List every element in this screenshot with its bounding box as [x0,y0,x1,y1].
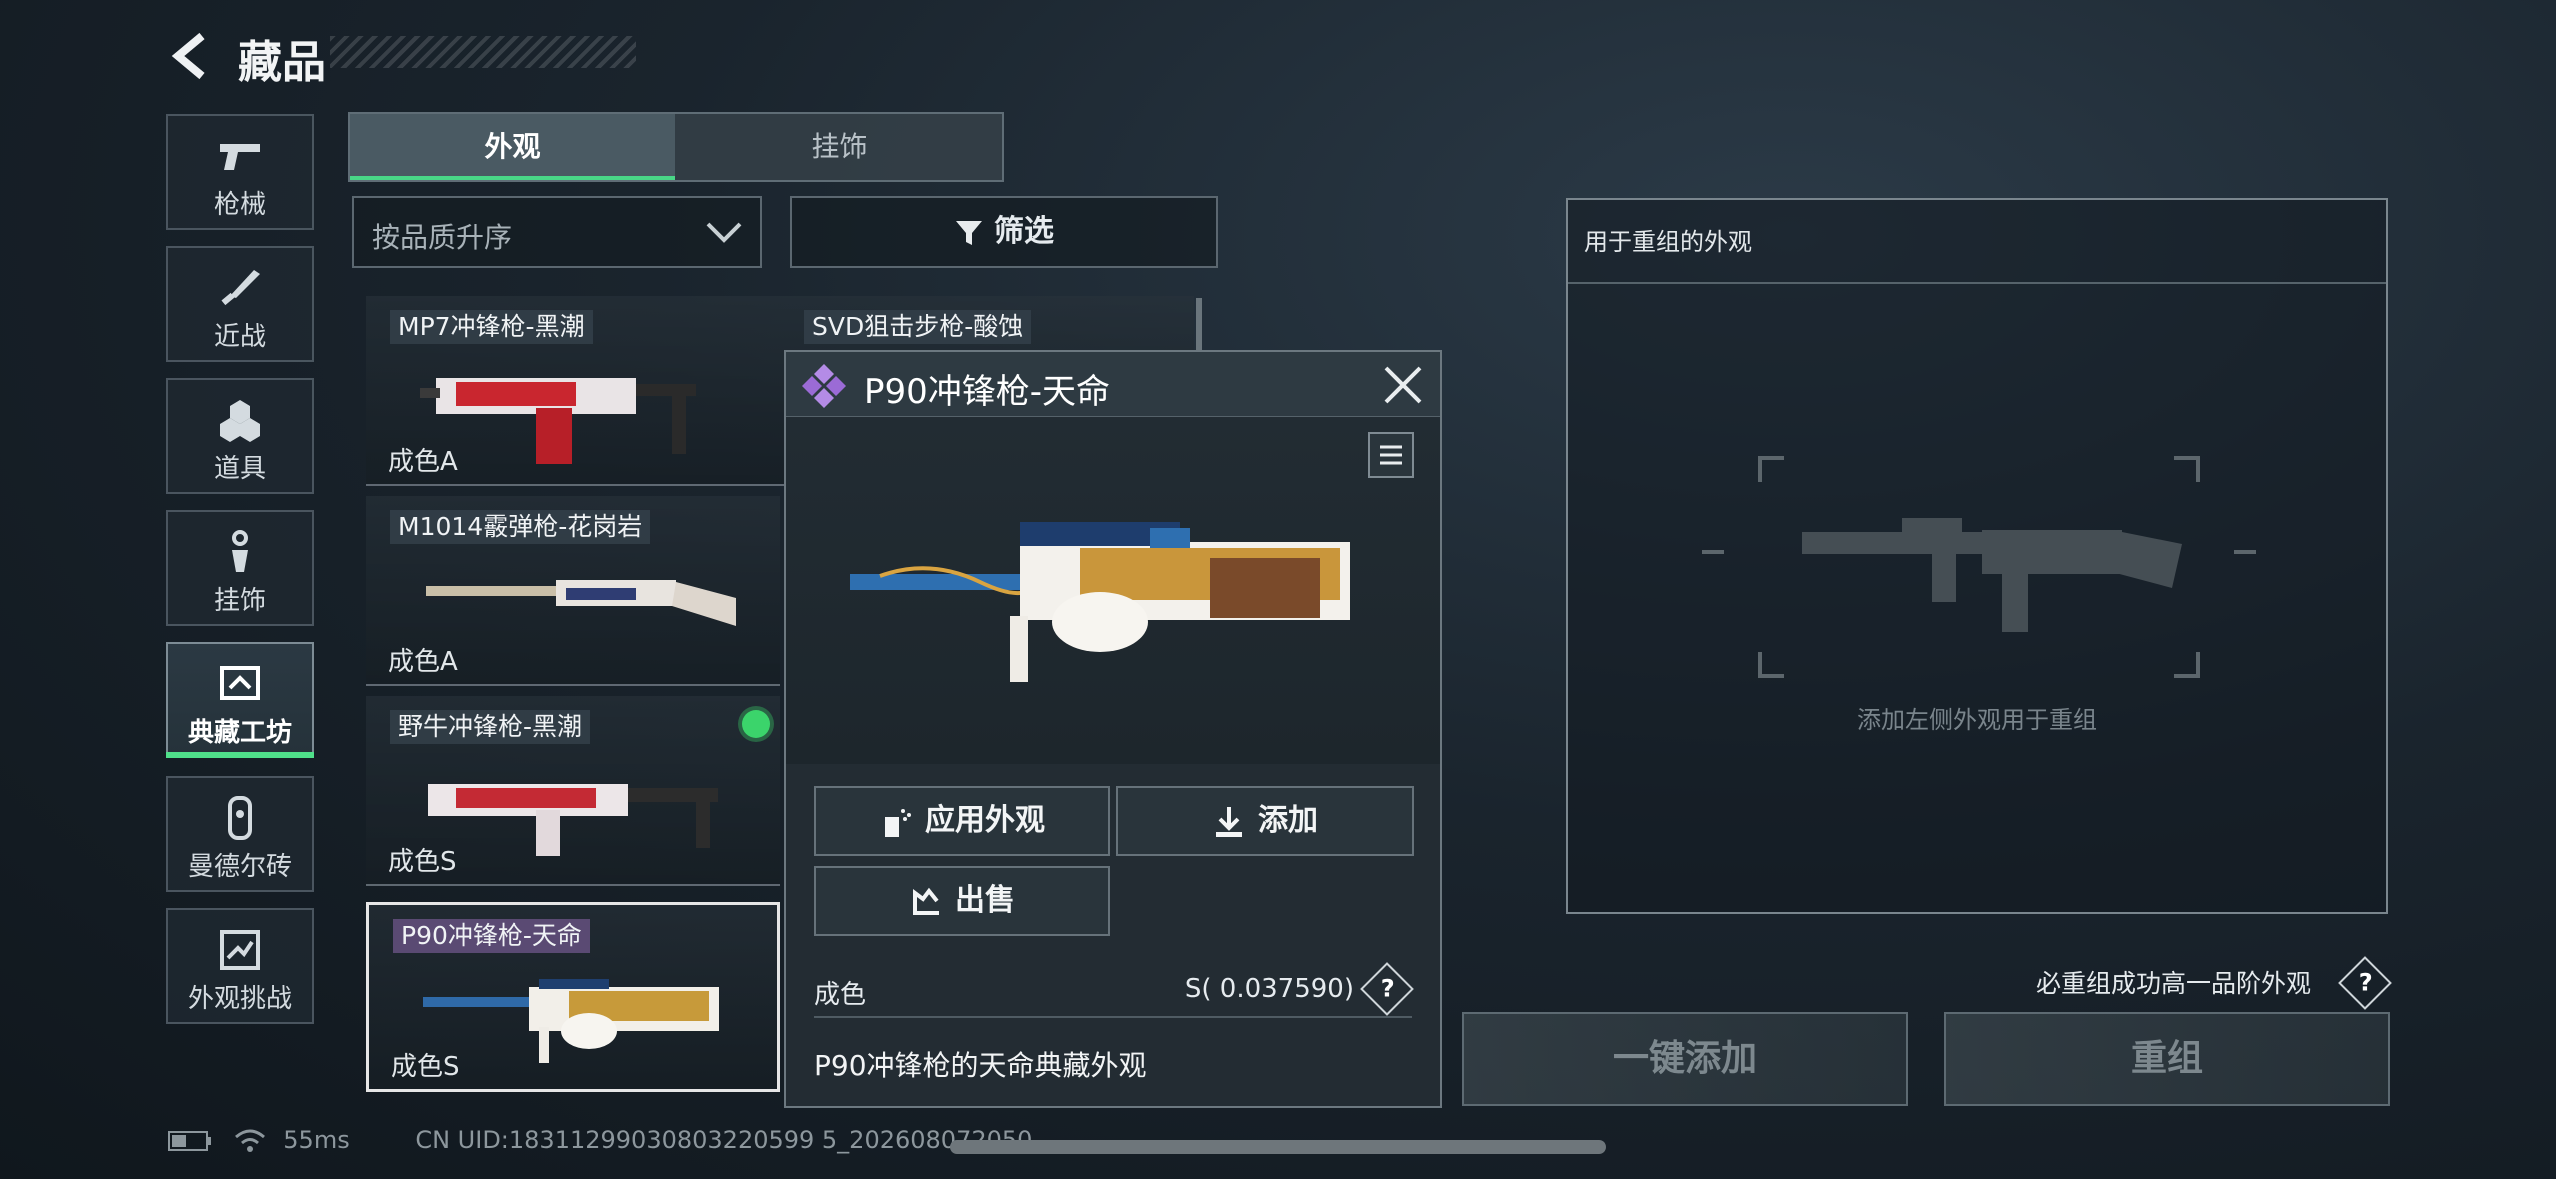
list-icon[interactable] [1368,432,1414,478]
title-decoration [330,36,636,68]
skin-gun-image [423,979,719,1063]
popup-gun-preview [786,418,1440,764]
add-all-button[interactable]: 一键添加 [1462,1012,1908,1106]
page-title: 藏品 [238,37,326,88]
challenge-icon [220,930,260,970]
equipped-indicator [742,710,770,738]
keychain-icon [232,530,248,572]
apply-skin-label: 应用外观 [925,803,1045,838]
sidebar-item-items[interactable]: 道具 [166,378,314,494]
sell-icon [913,887,939,915]
sidebar-item-guns[interactable]: 枪械 [166,114,314,230]
workshop-icon [220,666,260,700]
pistol-icon [220,144,260,170]
wifi-icon [234,1129,265,1152]
sidebar-item-label: 道具 [213,454,266,484]
remix-title: 用于重组的外观 [1584,228,1752,256]
tab-charms[interactable]: 挂饰 [677,114,1002,180]
chevron-down-icon [706,222,742,243]
filter-button[interactable]: 筛选 [790,196,1218,268]
skin-card[interactable]: MP7冲锋枪-黑潮 成色A [366,296,780,486]
skin-name: MP7冲锋枪-黑潮 [390,310,593,344]
list-scrollbar[interactable] [1196,298,1202,358]
download-icon [1216,806,1242,837]
rarity-diamond-icon [802,364,846,408]
home-indicator[interactable] [950,1140,1606,1154]
skin-name: M1014霰弹枪-花岗岩 [390,510,651,544]
remix-panel: 用于重组的外观 添加左侧外观用于重组 [1566,198,2388,914]
ping-value: 55ms [283,1126,350,1154]
sidebar-item-label: 典藏工坊 [187,718,292,748]
skin-gun-image [428,784,718,856]
sidebar-item-label: 外观挑战 [187,984,292,1014]
close-icon[interactable] [1382,364,1424,406]
sort-label: 按品质升序 [372,221,513,254]
status-bar: 55ms CN UID:18311299030803220599 5_20260… [168,1126,1032,1154]
skin-grade: 成色S [388,847,457,877]
skin-name: P90冲锋枪-天命 [393,919,590,953]
grade-label: 成色 [814,980,867,1010]
sidebar-item-charms[interactable]: 挂饰 [166,510,314,626]
skin-card[interactable]: 野牛冲锋枪-黑潮 成色S [366,696,780,886]
skin-name: 野牛冲锋枪-黑潮 [390,710,591,744]
sell-label: 出售 [955,883,1015,918]
skin-name: SVD狙击步枪-酸蚀 [804,310,1032,344]
tab-appearance[interactable]: 外观 [350,114,675,180]
sidebar-item-label: 近战 [213,322,266,352]
grenade-icon [220,400,260,442]
filter-label: 筛选 [994,214,1054,249]
remix-button[interactable]: 重组 [1944,1012,2390,1106]
tab-bar: 外观 挂饰 [348,112,1004,182]
knife-icon [221,270,260,306]
sidebar-item-workshop[interactable]: 典藏工坊 [166,642,314,758]
empty-slot-placeholder[interactable] [1702,452,2256,682]
uid-text: CN UID:18311299030803220599 5_2026080720… [415,1126,1033,1154]
apply-skin-button[interactable]: 应用外观 [814,786,1110,856]
add-label: 添加 [1258,803,1318,838]
remix-hint: 添加左侧外观用于重组 [1857,706,2097,734]
skin-detail-popup: P90冲锋枪-天命 应用外观 添加 出售 成色 S( 0.037590) ? P… [784,350,1442,1108]
grade-value: S( 0.037590) [1184,974,1354,1004]
battery-icon [168,1131,211,1151]
add-button[interactable]: 添加 [1116,786,1414,856]
skin-card-selected[interactable]: P90冲锋枪-天命 成色S [366,902,780,1092]
mandel-brick-icon [228,796,252,840]
skin-card[interactable]: M1014霰弹枪-花岗岩 成色A [366,496,780,686]
rifle-silhouette-icon [1802,518,2182,632]
sidebar-item-challenge[interactable]: 外观挑战 [166,908,314,1024]
skin-gun-image [426,580,736,626]
sidebar-item-melee[interactable]: 近战 [166,246,314,362]
gun-preview-image [850,522,1350,682]
popup-header: P90冲锋枪-天命 [786,352,1440,417]
help-icon[interactable]: ? [2338,956,2392,1010]
remix-rule-note: 必重组成功高一品阶外观 [2036,964,2311,1000]
help-icon[interactable]: ? [1360,962,1414,1016]
skin-grade: 成色A [388,447,458,477]
spray-icon [885,808,911,837]
skin-grade: 成色S [391,1052,460,1082]
remix-header: 用于重组的外观 [1568,200,2386,284]
popup-title: P90冲锋枪-天命 [864,372,1111,412]
sell-button[interactable]: 出售 [814,866,1110,936]
sidebar-item-label: 曼德尔砖 [187,852,292,882]
back-arrow-icon[interactable] [166,30,218,82]
sidebar-item-label: 挂饰 [213,586,266,616]
skin-gun-image [420,378,696,464]
filter-icon [956,220,982,245]
sidebar-item-mandel-brick[interactable]: 曼德尔砖 [166,776,314,892]
sidebar-item-label: 枪械 [213,190,266,220]
sort-dropdown[interactable]: 按品质升序 [352,196,762,268]
skin-description: P90冲锋枪的天命典藏外观 [814,1049,1147,1082]
skin-grade: 成色A [388,647,458,677]
grade-row: 成色 S( 0.037590) ? [814,958,1414,1018]
rule-note-text: 必重组成功高一品阶外观 [2036,969,2312,998]
